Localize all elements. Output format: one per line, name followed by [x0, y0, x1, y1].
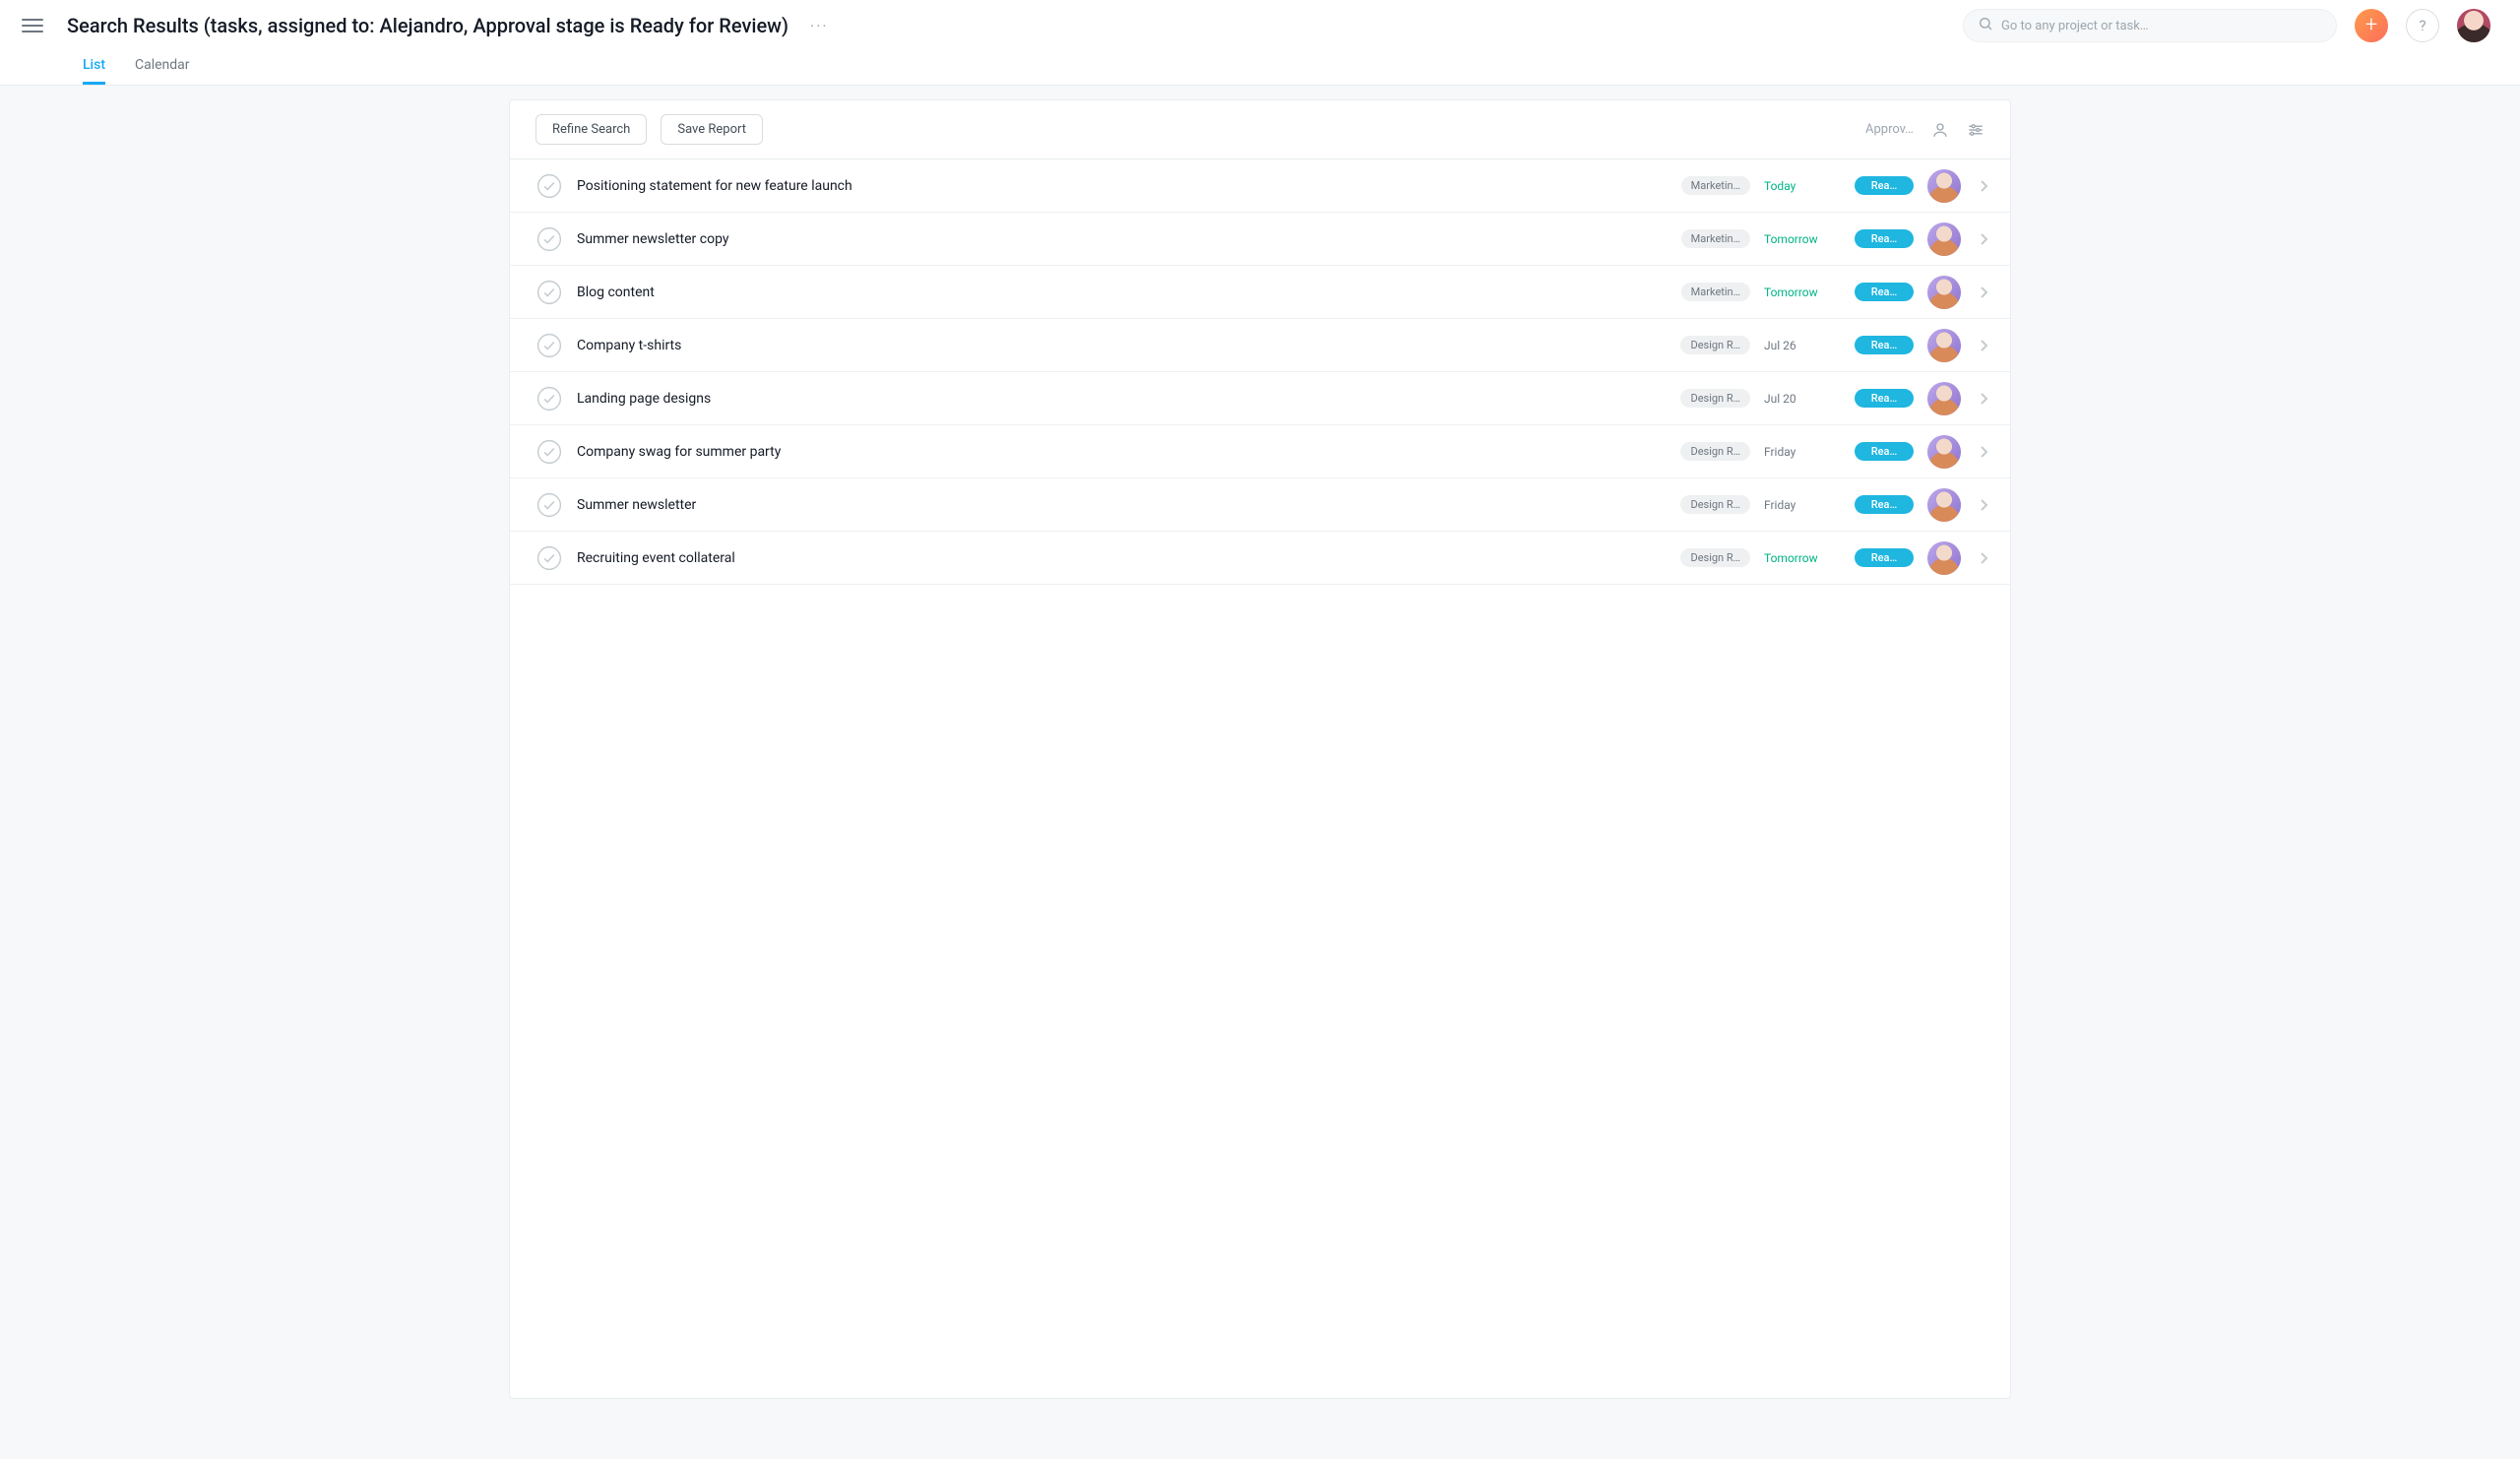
assignee-avatar[interactable] — [1927, 276, 1961, 309]
user-avatar-icon — [2457, 9, 2490, 42]
global-search-input[interactable] — [2001, 19, 2322, 33]
task-name[interactable]: Company t-shirts — [577, 338, 1667, 353]
assignee-avatar[interactable] — [1927, 222, 1961, 256]
assignee-avatar-icon — [1927, 276, 1961, 309]
assignee-avatar[interactable] — [1927, 329, 1961, 362]
due-date[interactable]: Jul 26 — [1764, 339, 1841, 352]
approval-stage-pill[interactable]: Rea… — [1855, 283, 1914, 301]
topbar: Search Results (tasks, assigned to: Alej… — [0, 0, 2520, 86]
page-title-more-button[interactable]: ··· — [806, 15, 833, 37]
approval-stage-pill[interactable]: Rea… — [1855, 336, 1914, 354]
approval-stage-pill[interactable]: Rea… — [1855, 548, 1914, 567]
view-tabs: List Calendar — [22, 51, 2490, 85]
complete-toggle[interactable] — [536, 438, 563, 466]
complete-toggle[interactable] — [536, 225, 563, 253]
task-row[interactable]: Company swag for summer party Design R… … — [510, 425, 2010, 478]
task-name[interactable]: Recruiting event collateral — [577, 550, 1667, 566]
search-icon — [1978, 16, 1993, 35]
approval-stage-pill[interactable]: Rea… — [1855, 176, 1914, 195]
complete-toggle[interactable] — [536, 544, 563, 572]
assignee-avatar-icon — [1927, 169, 1961, 203]
help-button[interactable]: ? — [2406, 9, 2439, 42]
task-row[interactable]: Summer newsletter Design R… Friday Rea… — [510, 478, 2010, 532]
project-pill[interactable]: Design R… — [1680, 548, 1750, 567]
assignee-filter-icon[interactable] — [1931, 121, 1949, 139]
open-details-icon[interactable] — [1975, 175, 1992, 197]
task-name[interactable]: Landing page designs — [577, 391, 1667, 407]
assignee-avatar[interactable] — [1927, 435, 1961, 469]
assignee-avatar-icon — [1927, 435, 1961, 469]
approval-stage-pill[interactable]: Rea… — [1855, 229, 1914, 248]
assignee-avatar[interactable] — [1927, 382, 1961, 415]
task-name[interactable]: Summer newsletter — [577, 497, 1667, 513]
tab-list[interactable]: List — [83, 57, 105, 85]
open-details-icon[interactable] — [1975, 441, 1992, 463]
task-row[interactable]: Blog content Marketin… Tomorrow Rea… — [510, 266, 2010, 319]
due-date[interactable]: Tomorrow — [1764, 232, 1841, 246]
assignee-avatar-icon — [1927, 382, 1961, 415]
project-pill[interactable]: Marketin… — [1681, 176, 1750, 195]
task-name[interactable]: Positioning statement for new feature la… — [577, 178, 1668, 194]
assignee-avatar-icon — [1927, 329, 1961, 362]
project-pill[interactable]: Design R… — [1680, 442, 1750, 461]
complete-toggle[interactable] — [536, 332, 563, 359]
assignee-avatar-icon — [1927, 488, 1961, 522]
task-row[interactable]: Positioning statement for new feature la… — [510, 159, 2010, 213]
approval-stage-pill[interactable]: Rea… — [1855, 389, 1914, 408]
results-panel: Refine Search Save Report Approv… — [509, 99, 2011, 1399]
project-pill[interactable]: Marketin… — [1681, 283, 1750, 301]
assignee-avatar[interactable] — [1927, 169, 1961, 203]
complete-toggle[interactable] — [536, 279, 563, 306]
open-details-icon[interactable] — [1975, 388, 1992, 410]
tab-calendar[interactable]: Calendar — [135, 57, 190, 85]
approval-stage-pill[interactable]: Rea… — [1855, 442, 1914, 461]
save-report-button[interactable]: Save Report — [661, 114, 763, 145]
complete-toggle[interactable] — [536, 385, 563, 412]
menu-toggle-button[interactable] — [22, 12, 49, 39]
complete-toggle[interactable] — [536, 491, 563, 519]
user-avatar-button[interactable] — [2457, 9, 2490, 42]
project-pill[interactable]: Marketin… — [1681, 229, 1750, 248]
open-details-icon[interactable] — [1975, 335, 1992, 356]
filter-field-label[interactable]: Approv… — [1865, 122, 1914, 137]
due-date[interactable]: Friday — [1764, 498, 1841, 512]
complete-toggle[interactable] — [536, 172, 563, 200]
refine-search-button[interactable]: Refine Search — [536, 114, 647, 145]
project-pill[interactable]: Design R… — [1680, 336, 1750, 354]
project-pill[interactable]: Design R… — [1680, 495, 1750, 514]
task-row[interactable]: Summer newsletter copy Marketin… Tomorro… — [510, 213, 2010, 266]
task-row[interactable]: Recruiting event collateral Design R… To… — [510, 532, 2010, 585]
task-row[interactable]: Landing page designs Design R… Jul 20 Re… — [510, 372, 2010, 425]
open-details-icon[interactable] — [1975, 228, 1992, 250]
assignee-avatar[interactable] — [1927, 541, 1961, 575]
due-date[interactable]: Tomorrow — [1764, 285, 1841, 299]
due-date[interactable]: Friday — [1764, 445, 1841, 459]
open-details-icon[interactable] — [1975, 494, 1992, 516]
results-toolbar: Refine Search Save Report Approv… — [510, 100, 2010, 159]
due-date[interactable]: Tomorrow — [1764, 551, 1841, 565]
page-title: Search Results (tasks, assigned to: Alej… — [67, 14, 788, 37]
due-date[interactable]: Today — [1764, 179, 1841, 193]
quick-add-button[interactable]: + — [2355, 9, 2388, 42]
open-details-icon[interactable] — [1975, 282, 1992, 303]
task-name[interactable]: Blog content — [577, 285, 1668, 300]
filter-settings-icon[interactable] — [1967, 121, 1984, 139]
assignee-avatar[interactable] — [1927, 488, 1961, 522]
assignee-avatar-icon — [1927, 222, 1961, 256]
approval-stage-pill[interactable]: Rea… — [1855, 495, 1914, 514]
project-pill[interactable]: Design R… — [1680, 389, 1750, 408]
global-search[interactable] — [1963, 9, 2337, 42]
due-date[interactable]: Jul 20 — [1764, 392, 1841, 406]
task-name[interactable]: Company swag for summer party — [577, 444, 1667, 460]
open-details-icon[interactable] — [1975, 547, 1992, 569]
task-name[interactable]: Summer newsletter copy — [577, 231, 1668, 247]
task-list: Positioning statement for new feature la… — [510, 159, 2010, 585]
assignee-avatar-icon — [1927, 541, 1961, 575]
task-row[interactable]: Company t-shirts Design R… Jul 26 Rea… — [510, 319, 2010, 372]
